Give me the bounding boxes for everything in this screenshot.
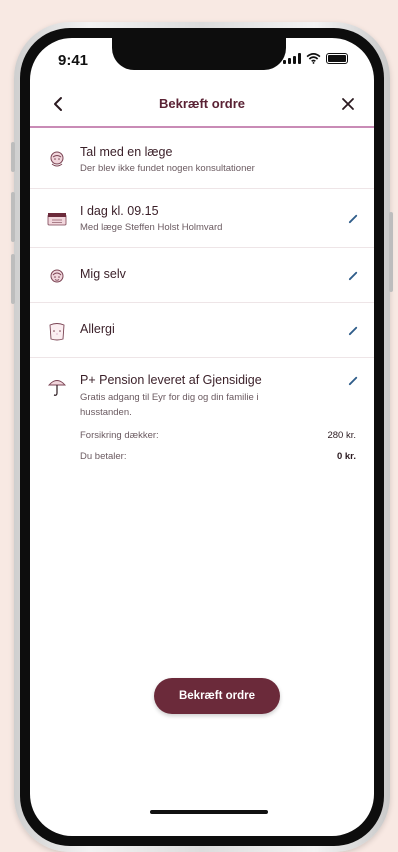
list-item-consultation[interactable]: Tal med en læge Der blev ikke fundet nog…	[30, 134, 374, 189]
item-title: Mig selv	[80, 267, 126, 281]
item-title: I dag kl. 09.15	[80, 204, 159, 218]
edit-appointment-button[interactable]	[346, 211, 360, 225]
edit-insurance-button[interactable]	[346, 373, 360, 387]
doctor-icon	[46, 148, 68, 170]
you-pay-row: Du betaler: 0 kr.	[80, 451, 356, 462]
volume-down-button	[11, 254, 15, 304]
screen: 9:41 Bekræft ordre Tal med en læge Der b…	[30, 38, 374, 836]
insurance-covers-row: Forsikring dækker: 280 kr.	[80, 430, 356, 441]
allergy-icon	[46, 321, 68, 343]
order-summary-list: Tal med en læge Der blev ikke fundet nog…	[30, 134, 374, 474]
pencil-icon	[348, 376, 357, 385]
status-time: 9:41	[58, 52, 89, 69]
item-title: Tal med en læge	[80, 145, 173, 159]
item-subtitle: Gratis adgang til Eyr for dig og din fam…	[80, 392, 259, 418]
confirm-order-button[interactable]: Bekræft ordre	[154, 678, 280, 714]
insurance-covers-value: 280 kr.	[327, 430, 356, 441]
phone-bezel: 9:41 Bekræft ordre Tal med en læge Der b…	[20, 28, 384, 846]
mute-switch	[11, 142, 15, 172]
you-pay-value: 0 kr.	[336, 451, 356, 462]
edit-reason-button[interactable]	[346, 323, 360, 337]
pencil-icon	[348, 271, 357, 280]
item-subtitle: Med læge Steffen Holst Holmvard	[80, 222, 223, 233]
edit-patient-button[interactable]	[346, 268, 360, 282]
status-icons	[283, 53, 348, 64]
pencil-icon	[348, 326, 357, 335]
header: Bekræft ordre	[30, 86, 374, 126]
item-title: Allergi	[80, 322, 115, 336]
person-icon	[46, 266, 68, 288]
list-item-appointment[interactable]: I dag kl. 09.15 Med læge Steffen Holst H…	[30, 189, 374, 248]
page-title: Bekræft ordre	[159, 96, 245, 111]
umbrella-icon	[46, 376, 68, 398]
item-subtitle: Der blev ikke fundet nogen konsultatione…	[80, 163, 255, 174]
volume-up-button	[11, 192, 15, 242]
battery-icon	[326, 53, 348, 64]
close-button[interactable]	[336, 92, 360, 116]
list-item-insurance[interactable]: P+ Pension leveret af Gjensidige Gratis …	[30, 358, 374, 474]
list-item-reason[interactable]: Allergi	[30, 303, 374, 358]
header-divider	[30, 126, 374, 128]
phone-frame: 9:41 Bekræft ordre Tal med en læge Der b…	[11, 22, 393, 852]
home-indicator	[150, 810, 268, 814]
notch	[112, 38, 286, 70]
list-item-patient[interactable]: Mig selv	[30, 248, 374, 303]
wifi-icon	[306, 53, 321, 64]
calendar-icon	[46, 207, 68, 229]
pencil-icon	[348, 214, 357, 223]
signal-icon	[283, 53, 301, 64]
insurance-covers-label: Forsikring dækker:	[80, 430, 159, 441]
you-pay-label: Du betaler:	[80, 451, 127, 462]
close-icon	[342, 98, 354, 110]
power-button	[389, 212, 393, 292]
item-title: P+ Pension leveret af Gjensidige	[80, 373, 262, 387]
